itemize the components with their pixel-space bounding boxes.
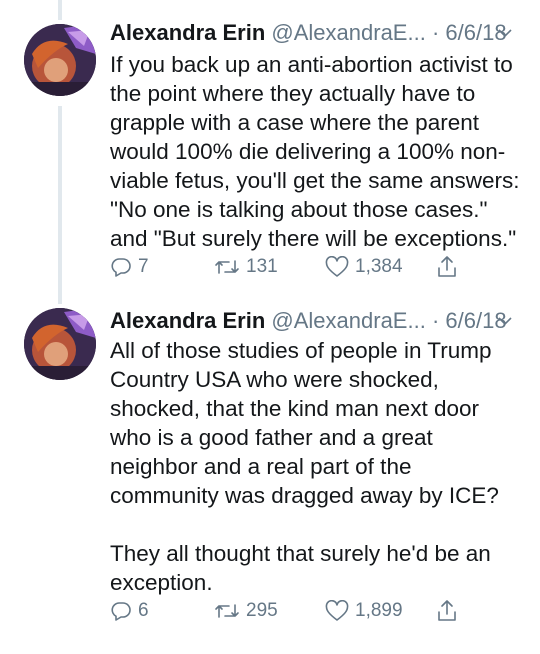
retweet-count: 295 (246, 600, 278, 621)
tweet-text-line: exception. (110, 570, 213, 595)
tweet-text-line: viable fetus, you'll get the same answer… (110, 168, 520, 193)
share-icon (436, 255, 458, 279)
tweet-text-line: neighbor and a real part of the (110, 454, 412, 479)
share-button[interactable] (436, 252, 458, 282)
heart-icon (325, 256, 349, 278)
tweet-text: If you back up an anti-abortion activist… (110, 50, 530, 253)
retweet-button[interactable]: 131 (214, 252, 278, 282)
tweet-text-line: community was dragged away by ICE? (110, 483, 499, 508)
separator: · (431, 308, 440, 333)
reply-count: 6 (138, 600, 149, 621)
author-handle[interactable]: @AlexandraE... (271, 20, 425, 45)
tweet[interactable]: Alexandra Erin @AlexandraE... · 6/6/18 I… (0, 0, 540, 306)
tweet-text-line: would 100% die delivering a 100% non- (110, 139, 506, 164)
tweet-actions: 6 295 1,899 (110, 596, 530, 626)
tweet-actions: 7 131 1,384 (110, 252, 530, 282)
author-name[interactable]: Alexandra Erin (110, 308, 265, 333)
tweet-text-line: "No one is talking about those cases." (110, 197, 488, 222)
tweet-text-line: grapple with a case where the parent (110, 110, 479, 135)
retweet-button[interactable]: 295 (214, 596, 278, 626)
reply-icon (110, 256, 132, 278)
tweet-text-line: the point where they actually have to (110, 81, 476, 106)
share-icon (436, 599, 458, 623)
avatar[interactable] (24, 308, 96, 380)
retweet-icon (214, 256, 240, 278)
tweet-text-line: Country USA who were shocked, (110, 367, 439, 392)
heart-icon (325, 600, 349, 622)
retweet-count: 131 (246, 256, 278, 277)
like-count: 1,899 (355, 600, 403, 621)
tweet-header: Alexandra Erin @AlexandraE... · 6/6/18 (110, 18, 507, 48)
tweet-text: All of those studies of people in Trump … (110, 336, 530, 597)
reply-button[interactable]: 6 (110, 596, 149, 626)
like-button[interactable]: 1,384 (325, 252, 403, 282)
reply-count: 7 (138, 256, 149, 277)
tweet[interactable]: Alexandra Erin @AlexandraE... · 6/6/18 A… (0, 306, 540, 654)
share-button[interactable] (436, 596, 458, 626)
reply-button[interactable]: 7 (110, 252, 149, 282)
reply-icon (110, 600, 132, 622)
chevron-down-icon[interactable] (498, 314, 512, 328)
tweet-text-line (110, 510, 530, 539)
tweet-text-line: If you back up an anti-abortion activist… (110, 52, 513, 77)
avatar[interactable] (24, 24, 96, 96)
author-name[interactable]: Alexandra Erin (110, 20, 265, 45)
like-count: 1,384 (355, 256, 403, 277)
tweet-text-line: They all thought that surely he'd be an (110, 541, 491, 566)
like-button[interactable]: 1,899 (325, 596, 403, 626)
chevron-down-icon[interactable] (498, 26, 512, 40)
separator: · (431, 20, 440, 45)
tweet-text-line: and "But surely there will be exceptions… (110, 226, 517, 251)
tweet-text-line: shocked, that the kind man next door (110, 396, 479, 421)
tweet-text-line: All of those studies of people in Trump (110, 338, 492, 363)
tweet-header: Alexandra Erin @AlexandraE... · 6/6/18 (110, 306, 507, 336)
retweet-icon (214, 600, 240, 622)
tweet-text-line: who is a good father and a great (110, 425, 433, 450)
author-handle[interactable]: @AlexandraE... (271, 308, 425, 333)
